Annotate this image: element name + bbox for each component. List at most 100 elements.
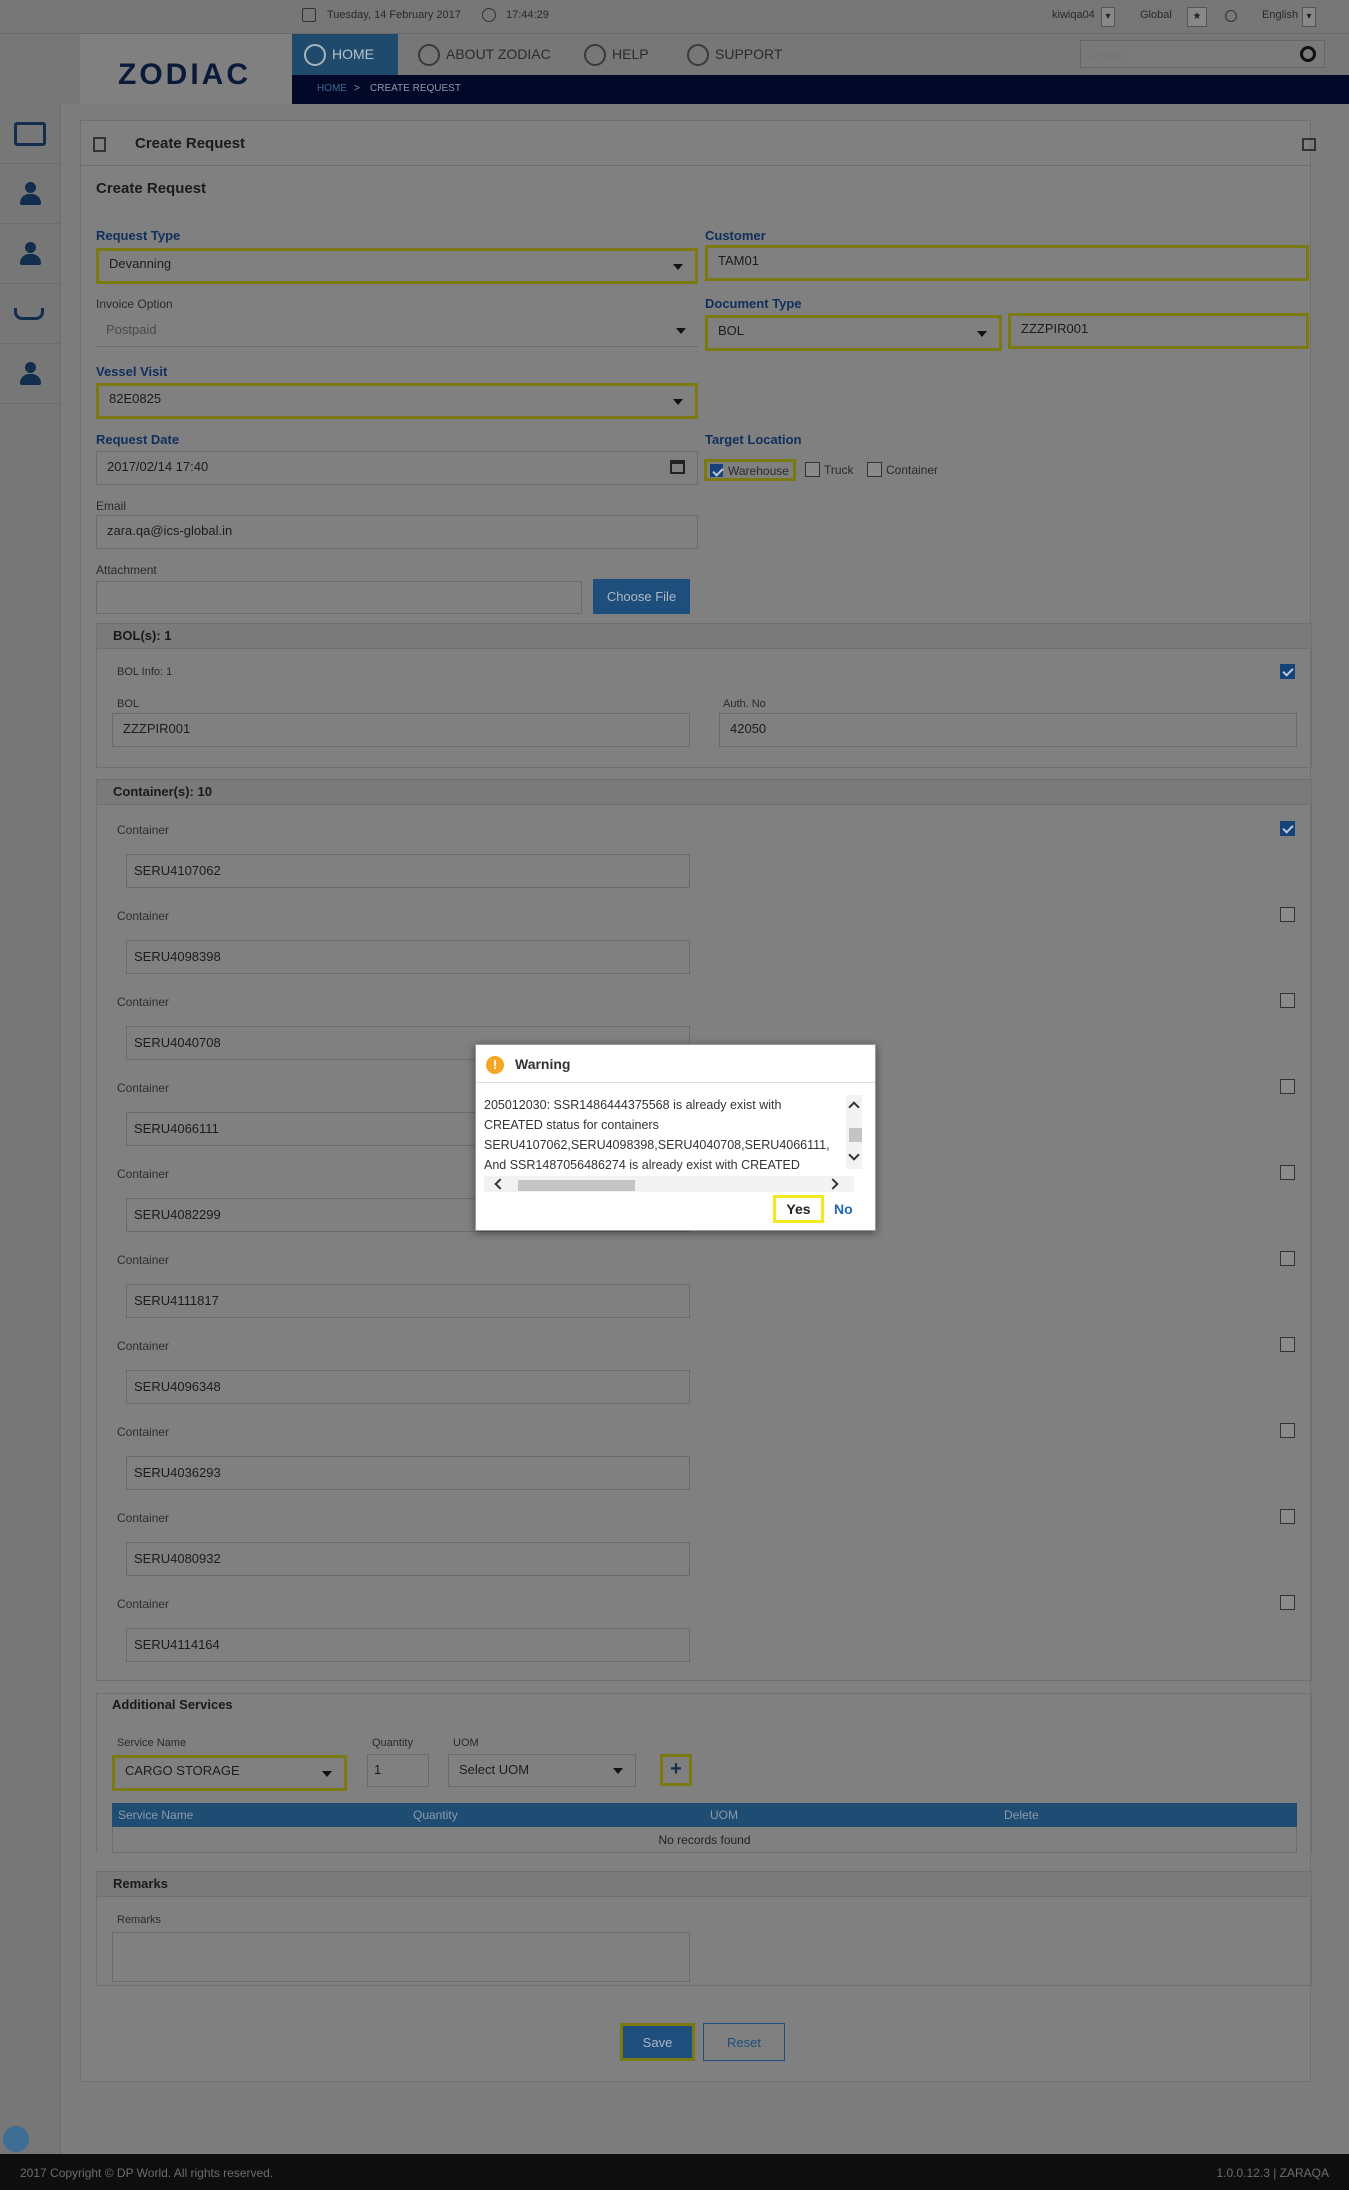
container-row-checkbox[interactable] (1280, 1509, 1295, 1524)
container-row-field[interactable]: SERU4107062 (126, 854, 690, 888)
column-header-delete[interactable]: Delete (1004, 1808, 1039, 1822)
nav-about-zodiac[interactable]: ABOUT ZODIAC (406, 34, 568, 75)
invoice-option-select[interactable]: Postpaid (96, 315, 698, 347)
email-field[interactable]: zara.qa@ics-global.in (96, 515, 698, 549)
email-label: Email (96, 499, 127, 513)
container-row-checkbox[interactable] (1280, 907, 1295, 922)
warehouse-label: Warehouse (728, 464, 789, 478)
vessel-visit-value: 82E0825 (109, 391, 162, 406)
question-icon (584, 44, 606, 66)
container-row-field[interactable]: SERU4111817 (126, 1284, 690, 1318)
column-header-uom[interactable]: UOM (710, 1808, 738, 1822)
container-row-checkbox[interactable] (1280, 1251, 1295, 1266)
truck-label: Truck (824, 463, 854, 477)
container-row-checkbox[interactable] (1280, 1595, 1295, 1610)
container-row-checkbox[interactable] (1280, 821, 1295, 836)
container-row-field[interactable]: SERU4080932 (126, 1542, 690, 1576)
container-row-field[interactable]: SERU4114164 (126, 1628, 690, 1662)
nav-help[interactable]: HELP (572, 34, 664, 75)
container-row-label: Container (117, 1511, 170, 1525)
nav-support[interactable]: SUPPORT (675, 34, 795, 75)
request-date-field[interactable]: 2017/02/14 17:40 (96, 451, 698, 485)
customer-field[interactable]: TAM01 (705, 245, 1309, 281)
auth-no-field[interactable]: 42050 (719, 713, 1297, 747)
truck-checkbox[interactable] (805, 462, 820, 477)
horizontal-scroll-thumb[interactable] (518, 1180, 635, 1191)
scroll-left-icon[interactable] (494, 1178, 506, 1190)
remarks-label: Remarks (117, 1914, 162, 1926)
settings-icon[interactable] (1225, 10, 1237, 22)
remarks-header: Remarks (96, 1871, 1312, 1897)
uom-select[interactable]: Select UOM (448, 1754, 636, 1787)
quantity-field[interactable]: 1 (367, 1754, 429, 1787)
container-row-checkbox[interactable] (1280, 1165, 1295, 1180)
sidebar-item-ship[interactable] (0, 284, 60, 344)
choose-file-button[interactable]: Choose File (593, 579, 690, 614)
add-service-button[interactable]: + (660, 1754, 692, 1786)
breadcrumb-home-link[interactable]: HOME (317, 83, 347, 94)
scroll-to-top-icon[interactable] (3, 2126, 29, 2152)
container-row-checkbox[interactable] (1280, 1079, 1295, 1094)
column-header-quantity[interactable]: Quantity (413, 1808, 458, 1822)
document-type-select[interactable]: BOL (705, 315, 1002, 351)
customer-value: TAM01 (718, 253, 759, 268)
container-row-field[interactable]: SERU4036293 (126, 1456, 690, 1490)
bol-number-value: ZZZPIR001 (123, 721, 191, 736)
container-row-label: Container (117, 1081, 170, 1095)
request-type-select[interactable]: Devanning (96, 248, 698, 284)
panel-menu-icon[interactable] (1302, 138, 1316, 151)
support-icon (687, 44, 709, 66)
username[interactable]: kiwiqa04 (1052, 9, 1095, 21)
current-time: 17:44:29 (506, 9, 549, 21)
scroll-right-icon[interactable] (827, 1178, 839, 1190)
container-row-checkbox[interactable] (1280, 1423, 1295, 1438)
container-row-field[interactable]: SERU4098398 (126, 940, 690, 974)
nav-home[interactable]: HOME (292, 34, 398, 75)
container-checkbox[interactable] (867, 462, 882, 477)
vessel-visit-select[interactable]: 82E0825 (96, 383, 698, 419)
search-icon[interactable] (1300, 46, 1316, 62)
container-label: Container (886, 463, 939, 477)
service-name-select[interactable]: CARGO STORAGE (112, 1755, 347, 1791)
column-header-service-name[interactable]: Service Name (118, 1808, 193, 1822)
chevron-down-icon (676, 328, 686, 334)
calendar-icon[interactable] (670, 460, 685, 474)
sidebar-item-inbox[interactable] (0, 104, 60, 164)
reset-button[interactable]: Reset (703, 2023, 785, 2061)
sidebar-item-user-3[interactable] (0, 344, 60, 404)
scroll-up-icon[interactable] (848, 1101, 860, 1113)
invoice-option-value: Postpaid (106, 322, 157, 337)
message-line: And SSR1487056486274 is already exist wi… (484, 1158, 800, 1172)
no-button[interactable]: No (834, 1201, 853, 1217)
search-input[interactable] (1081, 41, 1281, 67)
additional-services-header: Additional Services (112, 1697, 233, 1712)
container-row-checkbox[interactable] (1280, 1337, 1295, 1352)
user-menu-chevron-icon[interactable]: ▾ (1101, 7, 1115, 27)
region-selector[interactable]: Global (1140, 9, 1172, 21)
container-row-field[interactable]: SERU4096348 (126, 1370, 690, 1404)
bol-number-field[interactable]: ZZZPIR001 (112, 713, 690, 747)
zodiac-logo[interactable]: ZODIAC (118, 58, 251, 92)
sidebar-item-user-1[interactable] (0, 164, 60, 224)
favorites-star-icon[interactable]: ★ (1187, 7, 1207, 27)
language-chevron-icon[interactable]: ▾ (1302, 7, 1316, 27)
auth-no-label: Auth. No (723, 698, 766, 710)
container-row-checkbox[interactable] (1280, 993, 1295, 1008)
document-number-field[interactable]: ZZZPIR001 (1008, 313, 1309, 349)
scroll-down-icon[interactable] (848, 1149, 860, 1161)
language-selector[interactable]: English (1262, 9, 1298, 21)
yes-button[interactable]: Yes (773, 1195, 824, 1223)
attachment-field[interactable] (96, 581, 582, 614)
vertical-scroll-thumb[interactable] (849, 1128, 862, 1142)
nav-help-label: HELP (612, 46, 649, 62)
message-line: 205012030: SSR1486444375568 is already e… (484, 1098, 782, 1112)
remarks-textarea[interactable] (112, 1932, 690, 1982)
sidebar-item-user-2[interactable] (0, 224, 60, 284)
services-table-body: No records found (112, 1827, 1297, 1853)
save-button[interactable]: Save (620, 2023, 695, 2061)
chevron-down-icon (322, 1771, 332, 1777)
target-warehouse-option[interactable]: Warehouse (704, 459, 796, 481)
service-name-label: Service Name (117, 1737, 187, 1749)
bol-checkbox[interactable] (1280, 664, 1295, 679)
warehouse-checkbox[interactable] (710, 464, 723, 477)
